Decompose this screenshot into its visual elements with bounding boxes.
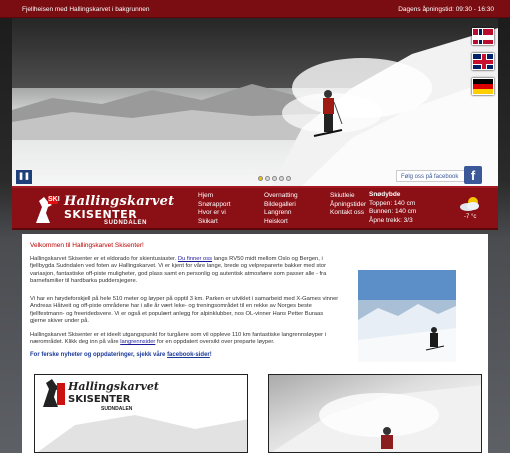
logo-thumbnail[interactable]: Hallingskarvet SKISENTER SUDNDALEN [34, 374, 248, 453]
news-text-end: ! [209, 352, 212, 358]
logo-title: Hallingskarvet [64, 194, 175, 209]
pause-button[interactable]: ❚❚ [16, 170, 32, 184]
partly-cloudy-icon [460, 197, 479, 211]
cross-country-link[interactable]: langrennsider [120, 339, 155, 345]
nav-link-cross-country[interactable]: Langrenn [264, 209, 298, 218]
nav-link-contact[interactable]: Kontakt oss [330, 209, 366, 218]
skier-thumbnail-image [272, 385, 481, 452]
skier-thumbnail[interactable] [268, 374, 482, 453]
nav-column-3: Skiutleie Åpningstider Kontakt oss [330, 192, 366, 218]
nav-link-lift-pass[interactable]: Heiskort [264, 218, 298, 227]
slide-dot-1[interactable] [258, 176, 263, 181]
snow-depth-bottom: Bunnen: 140 cm [369, 208, 417, 215]
cross-country-paragraph: Hallingskarvet Skisenter er et ideelt ut… [30, 332, 340, 347]
hero-slideshow[interactable]: ❚❚ [12, 18, 498, 186]
cc-text-b: for en oppdatert oversikt over preparte … [155, 339, 275, 346]
snow-depth-top: Toppen: 140 cm [369, 199, 416, 207]
logo-badge: SKI [48, 196, 60, 204]
nav-link-gallery[interactable]: Bildegalleri [264, 201, 298, 210]
nav-link-ski-map[interactable]: Skikart [198, 218, 231, 227]
open-lifts: Åpne trekk: 3/3 [369, 216, 413, 224]
nav-link-snow-report[interactable]: Snørapport [198, 201, 231, 210]
hero-caption: Fjellheisen med Hallingskarvet i bakgrun… [22, 6, 150, 13]
intro-paragraph: Hallingskarvet Skisenter er et eldorado … [30, 256, 340, 286]
nav-link-opening-hours[interactable]: Åpningstider [330, 201, 366, 210]
facebook-follow-link[interactable]: Følg oss på facebook [396, 170, 466, 182]
cross-country-photo [358, 270, 456, 362]
find-us-link[interactable]: Du finner oss [178, 256, 212, 262]
british-flag-icon[interactable] [472, 53, 494, 70]
main-content: Velkommen til Hallingskarvet Skisenter! … [22, 234, 488, 453]
site-logo[interactable]: SKI Hallingskarvet SKISENTER SUDNDALEN [34, 193, 192, 227]
news-line: For ferske nyheter og oppdateringer, sje… [30, 352, 212, 358]
nav-link-location[interactable]: Hvor er vi [198, 209, 231, 218]
german-flag-icon[interactable] [472, 78, 494, 95]
facebook-page-link[interactable]: facebook-sider [167, 352, 210, 358]
slide-dot-5[interactable] [286, 176, 291, 181]
top-info-bar: Fjellheisen med Hallingskarvet i bakgrun… [0, 0, 510, 18]
intro-text-a: Hallingskarvet Skisenter er et eldorado … [30, 256, 178, 262]
slide-dot-4[interactable] [279, 176, 284, 181]
logo-location: SUDNDALEN [104, 220, 148, 226]
nav-column-1: Hjem Snørapport Hvor er vi Skikart [198, 192, 231, 226]
norwegian-flag-icon[interactable] [472, 28, 494, 45]
slide-indicators [258, 176, 293, 183]
weather-widget: -7 °c [458, 196, 486, 226]
main-navigation: SKI Hallingskarvet SKISENTER SUDNDALEN H… [12, 186, 498, 230]
logo-thumbnail-image: Hallingskarvet SKISENTER SUDNDALEN [35, 375, 247, 452]
thumb-logo-title: Hallingskarvet [67, 380, 159, 393]
slide-dot-3[interactable] [272, 176, 277, 181]
skier-figure [313, 90, 343, 137]
opening-hours: Dagens åpningstid: 09:30 - 16:30 [398, 6, 494, 13]
nav-column-2: Overnatting Bildegalleri Langrenn Heisko… [264, 192, 298, 226]
snow-depth-heading: Snødybde [369, 191, 401, 198]
thumb-logo-location: SUDNDALEN [101, 406, 133, 412]
facebook-icon[interactable]: f [464, 166, 482, 184]
nav-link-ski-rental[interactable]: Skiutleie [330, 192, 366, 201]
nav-link-home[interactable]: Hjem [198, 192, 231, 201]
slide-dot-2[interactable] [265, 176, 270, 181]
park-paragraph: Vi har en høydeforskjell på hele 510 met… [30, 296, 339, 325]
snow-depth-panel: Snødybde Toppen: 140 cm Bunnen: 140 cm Å… [369, 191, 416, 225]
welcome-heading: Velkommen til Hallingskarvet Skisenter! [30, 242, 144, 249]
nav-link-accommodation[interactable]: Overnatting [264, 192, 298, 201]
language-flags [472, 28, 494, 103]
temperature: -7 °c [464, 214, 477, 220]
snow-slope [272, 28, 498, 186]
news-text: For ferske nyheter og oppdateringer, sje… [30, 352, 168, 358]
thumb-logo-subtitle: SKISENTER [68, 394, 131, 405]
